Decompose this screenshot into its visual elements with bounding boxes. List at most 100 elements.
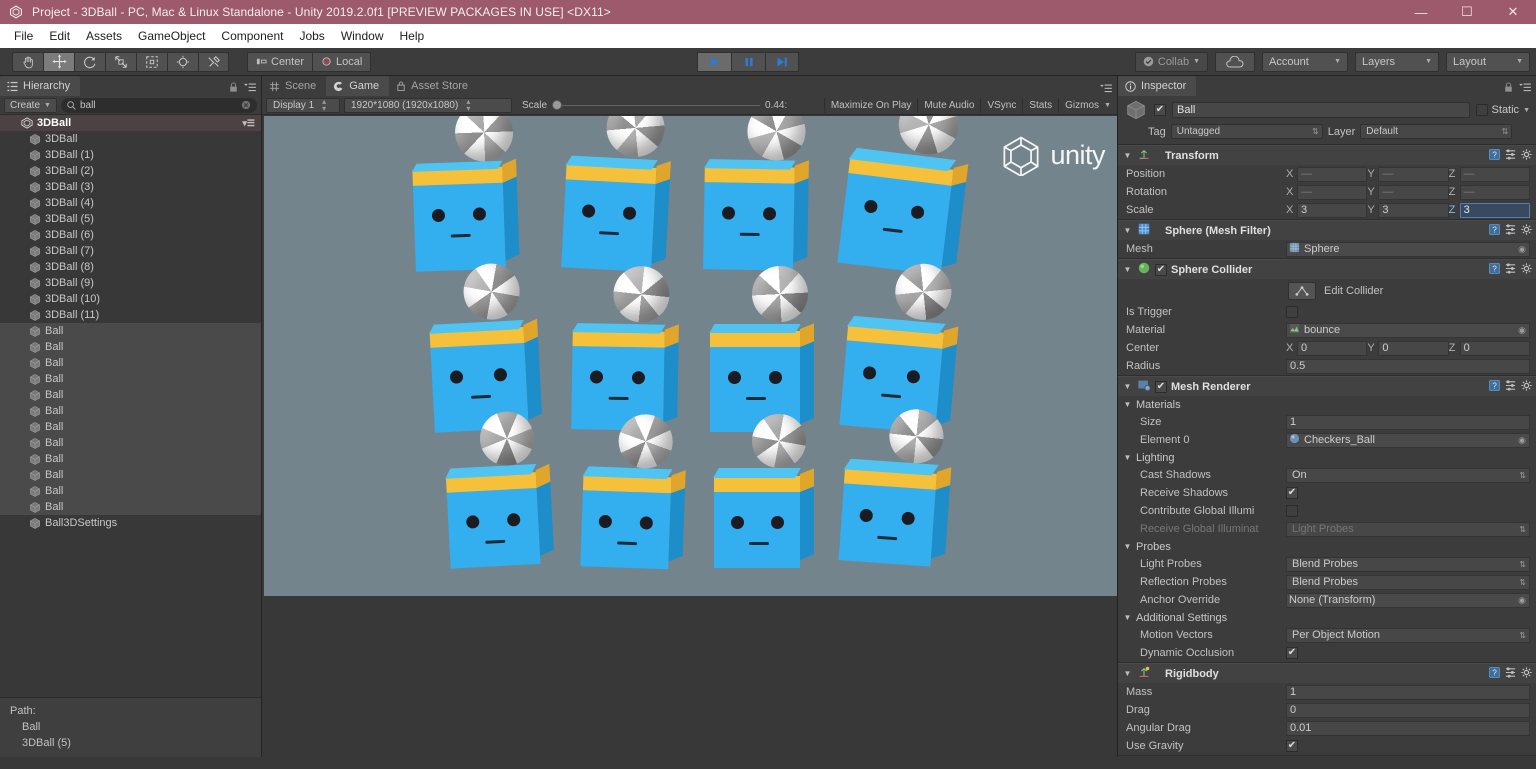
axis-input-x[interactable]: 3 (1297, 202, 1368, 218)
foldout-arrow-icon[interactable]: ▼ (1122, 613, 1133, 622)
property-group-header[interactable]: ▼ Materials (1118, 396, 1536, 413)
axis-input-y[interactable]: 3 (1378, 202, 1449, 218)
rotate-tool-button[interactable] (74, 51, 105, 72)
hierarchy-item[interactable]: Ball (0, 323, 261, 339)
object-field[interactable]: Sphere ◉ (1286, 241, 1530, 257)
axis-input-x[interactable]: — (1297, 166, 1368, 182)
object-picker-icon[interactable]: ◉ (1518, 325, 1526, 336)
transform-tool-button[interactable] (167, 51, 198, 72)
hierarchy-item[interactable]: Ball (0, 387, 261, 403)
hierarchy-item[interactable]: Ball (0, 355, 261, 371)
tag-dropdown[interactable]: Untagged ⇅ (1170, 124, 1323, 139)
checkbox[interactable]: ✔ (1286, 487, 1298, 499)
foldout-arrow-icon[interactable]: ▼ (1122, 226, 1133, 235)
component-header[interactable]: ▼ ✔ Sphere Collider? (1118, 259, 1536, 279)
preset-icon[interactable] (1505, 666, 1516, 681)
hierarchy-item[interactable]: 3DBall (6) (0, 227, 261, 243)
foldout-arrow-icon[interactable]: ▼ (1122, 453, 1133, 462)
hand-tool-button[interactable] (12, 51, 43, 72)
hierarchy-item[interactable]: 3DBall (10) (0, 291, 261, 307)
menu-help[interactable]: Help (392, 27, 433, 45)
hierarchy-item[interactable]: Ball (0, 403, 261, 419)
tab-inspector[interactable]: Inspector (1118, 76, 1197, 96)
hierarchy-item[interactable]: Ball (0, 499, 261, 515)
property-group-header[interactable]: ▼ Probes (1118, 538, 1536, 555)
hierarchy-item[interactable]: Ball3DSettings (0, 515, 261, 531)
component-header[interactable]: ▼ Transform? (1118, 145, 1536, 165)
foldout-arrow-icon[interactable]: ▼ (1122, 542, 1133, 551)
pivot-mode-button[interactable]: Center (247, 51, 313, 72)
toggle-mute-audio[interactable]: Mute Audio (917, 97, 980, 113)
hierarchy-item[interactable]: 3DBall (5) (0, 211, 261, 227)
foldout-arrow-icon[interactable]: ▼ (1122, 382, 1133, 391)
create-button[interactable]: Create ▼ (4, 97, 57, 113)
property-group-header[interactable]: ▼ Additional Settings (1118, 609, 1536, 626)
hierarchy-item[interactable]: Ball (0, 467, 261, 483)
object-field[interactable]: Checkers_Ball ◉ (1286, 432, 1530, 448)
hierarchy-search-input[interactable]: ball (60, 97, 257, 113)
maximize-button[interactable]: ☐ (1444, 0, 1490, 24)
gear-icon[interactable] (1521, 223, 1532, 238)
preset-icon[interactable] (1505, 148, 1516, 163)
minimize-button[interactable]: — (1398, 0, 1444, 24)
checkbox[interactable]: ✔ (1286, 306, 1298, 318)
hierarchy-item[interactable]: Ball (0, 483, 261, 499)
toggle-stats[interactable]: Stats (1022, 97, 1058, 113)
tab-game[interactable]: Game (326, 76, 390, 96)
hierarchy-item[interactable]: Ball (0, 371, 261, 387)
scale-slider[interactable] (552, 99, 761, 111)
object-picker-icon[interactable]: ◉ (1518, 435, 1526, 446)
edit-collider-button[interactable] (1288, 282, 1316, 300)
text-input[interactable]: 1 (1286, 414, 1530, 430)
component-header[interactable]: ▼ Sphere (Mesh Filter)? (1118, 220, 1536, 240)
hierarchy-item[interactable]: Ball (0, 339, 261, 355)
property-group-header[interactable]: ▼ Lighting (1118, 449, 1536, 466)
toggle-gizmos[interactable]: Gizmos ▼ (1058, 97, 1117, 113)
help-icon[interactable]: ? (1489, 148, 1500, 163)
hierarchy-list[interactable]: 3DBall ▾☰ 3DBall 3DBall (1) 3DBall (2) 3DBa… (0, 115, 261, 697)
axis-input-y[interactable]: — (1378, 166, 1449, 182)
menu-gameobject[interactable]: GameObject (130, 27, 213, 45)
text-input[interactable]: 0.01 (1286, 720, 1530, 736)
custom-tool-button[interactable] (198, 51, 229, 72)
layout-dropdown[interactable]: Layout ▼ (1446, 51, 1530, 72)
gameobject-enabled-checkbox[interactable]: ✔ (1154, 104, 1166, 116)
layers-dropdown[interactable]: Layers ▼ (1355, 51, 1439, 72)
pause-button[interactable] (731, 51, 765, 72)
help-icon[interactable]: ? (1489, 666, 1500, 681)
static-checkbox[interactable]: ✔ (1475, 104, 1488, 116)
object-picker-icon[interactable]: ◉ (1518, 244, 1526, 255)
menu-file[interactable]: File (6, 27, 41, 45)
tab-asset-store[interactable]: Asset Store (389, 76, 478, 96)
chevron-down-icon[interactable]: ▼ (1523, 107, 1530, 114)
checkbox[interactable]: ✔ (1286, 647, 1298, 659)
hierarchy-item[interactable]: 3DBall (0, 131, 261, 147)
foldout-arrow-icon[interactable]: ▼ (1122, 400, 1133, 409)
preset-icon[interactable] (1505, 379, 1516, 394)
gear-icon[interactable] (1521, 148, 1532, 163)
hierarchy-item[interactable]: 3DBall (3) (0, 179, 261, 195)
object-field[interactable]: bounce ◉ (1286, 322, 1530, 338)
hierarchy-item[interactable]: Ball (0, 451, 261, 467)
hierarchy-item[interactable]: 3DBall (8) (0, 259, 261, 275)
menu-jobs[interactable]: Jobs (291, 27, 332, 45)
axis-input-z[interactable]: 0 (1459, 340, 1530, 356)
foldout-arrow-icon[interactable]: ▼ (1122, 669, 1133, 678)
preset-icon[interactable] (1505, 223, 1516, 238)
dropdown[interactable]: On ⇅ (1286, 467, 1530, 483)
step-button[interactable] (765, 51, 799, 72)
axis-input-y[interactable]: 0 (1378, 340, 1449, 356)
axis-input-z[interactable]: 3 (1459, 202, 1530, 218)
help-icon[interactable]: ? (1489, 262, 1500, 277)
axis-input-y[interactable]: — (1378, 184, 1449, 200)
slider-knob[interactable] (552, 100, 563, 110)
close-button[interactable]: ✕ (1490, 0, 1536, 24)
checkbox[interactable]: ✔ (1286, 505, 1298, 517)
help-icon[interactable]: ? (1489, 379, 1500, 394)
hierarchy-item[interactable]: 3DBall (9) (0, 275, 261, 291)
dropdown[interactable]: Light Probes ⇅ (1286, 521, 1530, 537)
component-header[interactable]: ▼ Rigidbody? (1118, 663, 1536, 683)
gameobject-name-input[interactable]: Ball (1172, 102, 1470, 118)
component-header[interactable]: ▼ ✔ Mesh Renderer? (1118, 376, 1536, 396)
component-enabled-checkbox[interactable]: ✔ (1155, 380, 1167, 393)
